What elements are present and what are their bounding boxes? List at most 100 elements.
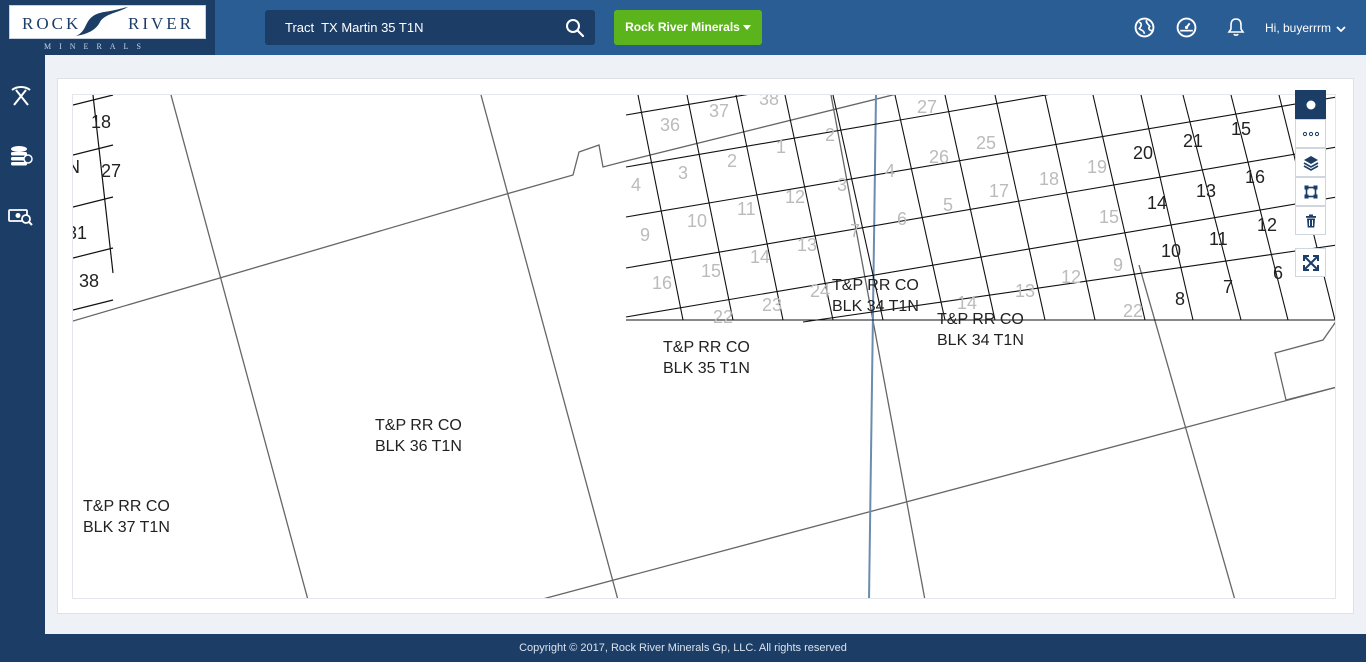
section-number: 2: [727, 151, 738, 171]
section-number: 6: [897, 209, 908, 229]
river-swoosh-icon: [76, 7, 128, 36]
section-number: 13: [1015, 281, 1036, 301]
section-number: 27: [917, 97, 938, 117]
section-number: 13: [1196, 181, 1217, 201]
section-number: 12: [785, 187, 806, 207]
logo-area: ROCK RIVER MINERALS: [0, 0, 215, 55]
polygon-tool-icon: [1304, 185, 1317, 198]
globe-icon[interactable]: [1134, 17, 1155, 38]
line-tool-icon: [1302, 131, 1319, 136]
footer: Copyright © 2017, Rock River Minerals Gp…: [0, 634, 1366, 662]
block-label-line1: T&P RR CO: [937, 311, 1024, 328]
point-tool-icon: [1306, 100, 1315, 109]
account-button-label: Rock River Minerals: [625, 20, 740, 34]
bell-icon[interactable]: [1227, 17, 1245, 37]
section-number: 27: [101, 161, 122, 181]
section-number: 22: [1123, 301, 1144, 321]
section-number: 10: [1161, 241, 1182, 261]
block-label: T&P RR CO BLK 37 T1N: [83, 496, 170, 538]
section-number: 8: [1175, 289, 1186, 309]
section-number: 11: [737, 199, 756, 219]
section-number: 13: [797, 235, 818, 255]
coin-stack-icon[interactable]: [8, 144, 34, 168]
section-number: 12: [1257, 215, 1278, 235]
section-number: 6: [1273, 263, 1284, 283]
section-number: 15: [701, 261, 722, 281]
block-label-line2: BLK 34 T1N: [937, 332, 1024, 349]
section-number: 15: [1231, 119, 1252, 139]
user-greeting: Hi, buyerrrm: [1265, 21, 1332, 35]
block-label-line1: T&P RR CO: [375, 417, 462, 434]
section-number: 3: [837, 175, 848, 195]
section-number: 10: [687, 211, 708, 231]
block-label: T&P RR CO BLK 34 T1N: [937, 309, 1024, 351]
section-number: 17: [989, 181, 1010, 201]
caret-down-icon: [742, 25, 751, 31]
logo[interactable]: ROCK RIVER: [9, 5, 206, 39]
section-number: 31: [73, 223, 88, 243]
section-number: 7: [1223, 277, 1234, 297]
trash-icon: [1305, 214, 1316, 227]
section-number: 19: [1087, 157, 1108, 177]
pickaxe-icon[interactable]: [8, 85, 34, 107]
point-tool-button[interactable]: [1295, 90, 1326, 119]
section-number: 3: [678, 163, 689, 183]
section-number: 37: [709, 101, 730, 121]
section-number: 15: [1099, 207, 1120, 227]
polygon-tool-button[interactable]: [1295, 177, 1326, 206]
block-label-line1: T&P RR CO: [832, 277, 919, 294]
logo-word-rock: ROCK: [22, 14, 82, 33]
top-header: ROCK RIVER MINERALS Tract TX Martin 35 T…: [0, 0, 1366, 55]
section-number: 38: [759, 94, 780, 109]
layers-button[interactable]: [1295, 148, 1326, 177]
section-number: N: [73, 157, 80, 178]
fullscreen-icon: [1302, 254, 1319, 271]
copyright-text: Copyright © 2017, Rock River Minerals Gp…: [519, 642, 847, 654]
logo-word-river: RIVER: [128, 14, 194, 33]
section-number: 23: [762, 295, 783, 315]
section-number: 14: [750, 247, 771, 267]
section-number: 21: [1183, 131, 1204, 151]
section-number: 2: [825, 125, 836, 145]
layers-icon: [1303, 155, 1318, 171]
block-label-line2: BLK 35 T1N: [663, 360, 750, 377]
section-number: 11: [1209, 229, 1228, 249]
block-label-line2: BLK 36 T1N: [375, 438, 462, 455]
section-number: 18: [91, 112, 112, 132]
delete-button[interactable]: [1295, 206, 1326, 235]
account-dropdown-button[interactable]: Rock River Minerals: [614, 10, 762, 45]
section-number: 9: [640, 225, 651, 245]
section-number: 24: [810, 281, 831, 301]
chevron-down-icon: [1336, 26, 1346, 33]
block-label: T&P RR CO BLK 36 T1N: [375, 415, 462, 457]
map-canvas[interactable]: 18 27 38 31 N 37 38 3 6 1 2 4 3 2 4 10 11…: [72, 94, 1336, 599]
section-number: 7: [850, 221, 861, 241]
section-number: 4: [885, 161, 896, 181]
section-number: 22: [713, 307, 734, 327]
section-number: 38: [79, 271, 100, 291]
block-label-line1: T&P RR CO: [83, 498, 170, 515]
block-label: T&P RR CO BLK 35 T1N: [663, 337, 750, 379]
section-number: 12: [1061, 267, 1082, 287]
block-label-line2: BLK 37 T1N: [83, 519, 170, 536]
section-number: 1: [776, 137, 787, 157]
search-icon[interactable]: [565, 18, 585, 38]
block-label: T&P RR CO BLK 34 T1N: [832, 275, 919, 317]
fullscreen-button[interactable]: [1295, 248, 1326, 277]
block-label-line2: BLK 34 T1N: [832, 298, 919, 315]
section-number: 14: [1147, 193, 1168, 213]
cash-search-icon[interactable]: [8, 205, 34, 227]
block-label-line1: T&P RR CO: [663, 339, 750, 356]
dashboard-gauge-icon[interactable]: [1176, 17, 1197, 38]
section-number: 9: [1113, 255, 1124, 275]
section-number: 18: [1039, 169, 1060, 189]
section-number: 26: [929, 147, 950, 167]
user-menu[interactable]: Hi, buyerrrm: [1265, 21, 1346, 35]
search-input[interactable]: Tract TX Martin 35 T1N: [285, 20, 423, 35]
section-number: 16: [1245, 167, 1266, 187]
tract-boundary-line: [868, 95, 877, 598]
line-tool-button[interactable]: [1295, 119, 1326, 148]
section-number: 4: [631, 175, 642, 195]
search-bar[interactable]: Tract TX Martin 35 T1N: [265, 10, 595, 45]
section-number: 5: [943, 195, 954, 215]
